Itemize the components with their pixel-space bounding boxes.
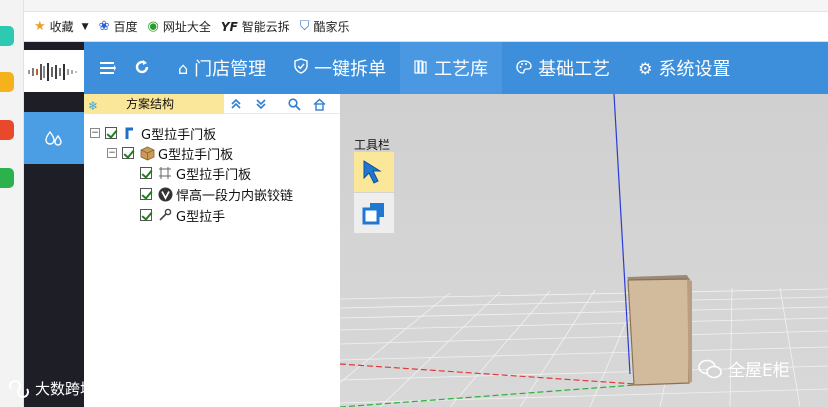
cursor-arrow-icon — [363, 160, 382, 184]
app-logo — [24, 50, 84, 92]
nav-system-settings[interactable]: ⚙ 系统设置 — [624, 42, 744, 94]
gear-icon: ⚙ — [638, 58, 653, 78]
shield-icon: ⛉ — [299, 19, 310, 34]
top-navigation: ⌂ 门店管理 一键拆单 工艺库 基础工艺 ⚙ 系统设置 — [84, 42, 828, 94]
collapse-toggle[interactable]: − — [90, 128, 100, 138]
globe-icon: ◉ — [147, 19, 159, 34]
paw-icon: ❀ — [98, 19, 110, 34]
collapse-all-icon[interactable] — [251, 95, 271, 113]
expand-all-icon[interactable] — [226, 95, 246, 113]
tree-node-handle[interactable]: G型拉手 — [140, 205, 225, 225]
tree-node-root[interactable]: − G型拉手门板 — [90, 123, 216, 143]
bookmark-zhineng[interactable]: YF 智能云拆 — [221, 18, 290, 35]
droplets-icon — [45, 130, 62, 146]
wechat-watermark: 全屋E柜 — [698, 356, 790, 381]
scheme-structure-panel: ❄ 方案结构 − G型拉手门板 − G型拉手门板 G型拉手门板 悍高一段力内嵌铰… — [84, 94, 340, 407]
refresh-icon[interactable] — [128, 56, 156, 80]
palette-icon — [516, 59, 532, 78]
tree-header: ❄ 方案结构 — [84, 94, 340, 114]
wechat-icon — [698, 359, 722, 378]
node-checkbox[interactable] — [140, 188, 152, 200]
browser-address-strip — [24, 0, 828, 12]
tree-node-panel[interactable]: G型拉手门板 — [140, 163, 251, 183]
mail-app-icon[interactable] — [0, 168, 14, 188]
node-checkbox[interactable] — [105, 127, 117, 139]
node-checkbox[interactable] — [122, 147, 134, 159]
g-handle-icon — [122, 125, 138, 141]
bookmark-baidu[interactable]: ❀ 百度 — [99, 18, 138, 35]
collapse-toggle[interactable]: − — [107, 148, 117, 158]
box-icon — [139, 145, 155, 161]
menu-toggle-icon[interactable] — [94, 56, 122, 80]
nav-one-click-split[interactable]: 一键拆单 — [280, 42, 400, 94]
weibo-app-icon[interactable] — [0, 120, 14, 140]
star-app-icon[interactable] — [0, 72, 14, 92]
wrench-icon — [157, 207, 173, 223]
select-tool-button[interactable] — [354, 152, 394, 192]
browser-left-rail — [0, 0, 24, 407]
source-watermark: 大数跨境 — [8, 378, 95, 399]
toolbar-label: 工具栏 — [354, 138, 391, 152]
plus-app-icon[interactable] — [0, 26, 14, 46]
bookmark-kujiale[interactable]: ⛉ 酷家乐 — [300, 18, 350, 35]
search-icon[interactable] — [284, 95, 304, 113]
book-icon — [414, 59, 428, 78]
node-checkbox[interactable] — [140, 167, 152, 179]
yf-icon: YF — [220, 19, 238, 34]
tree-node-assembly[interactable]: − G型拉手门板 — [107, 143, 233, 163]
app-sidebar — [24, 42, 84, 407]
tree-title: ❄ 方案结构 — [84, 94, 224, 114]
logo-waveform-icon — [24, 62, 84, 81]
home-icon: ⌂ — [178, 58, 189, 78]
bookmark-bar: ★ 收藏 ▼ ❀ 百度 ◉ 网址大全 YF 智能云拆 ⛉ 酷家乐 — [24, 12, 828, 42]
brand-watermark: 全屋E柜 — [728, 361, 790, 381]
hinge-icon — [157, 186, 173, 202]
shield-check-icon — [294, 58, 308, 78]
node-checkbox[interactable] — [140, 209, 152, 221]
door-panel-model — [627, 275, 692, 386]
layer-tool-button[interactable] — [354, 193, 394, 233]
nav-craft-library[interactable]: 工艺库 — [400, 42, 503, 94]
sidebar-item-active[interactable] — [24, 112, 84, 164]
bookmark-hao123[interactable]: ◉ 网址大全 — [148, 18, 211, 35]
home-tree-icon[interactable] — [309, 95, 329, 113]
nav-store-management[interactable]: ⌂ 门店管理 — [164, 42, 280, 94]
3d-viewport[interactable]: 工具栏 全屋E柜 — [340, 94, 828, 407]
settings-icon[interactable]: ❄ — [88, 96, 98, 116]
star-icon: ★ — [34, 19, 46, 34]
panel-icon — [157, 165, 173, 181]
layers-icon — [362, 203, 384, 225]
dropdown-icon[interactable]: ▼ — [82, 22, 89, 32]
tree-tools — [226, 94, 334, 114]
tree-node-hinge[interactable]: 悍高一段力内嵌铰链 — [140, 184, 293, 204]
nav-basic-craft[interactable]: 基础工艺 — [502, 42, 624, 94]
source-logo-icon — [9, 379, 29, 398]
bookmark-favorites[interactable]: ★ 收藏 ▼ — [34, 18, 89, 35]
